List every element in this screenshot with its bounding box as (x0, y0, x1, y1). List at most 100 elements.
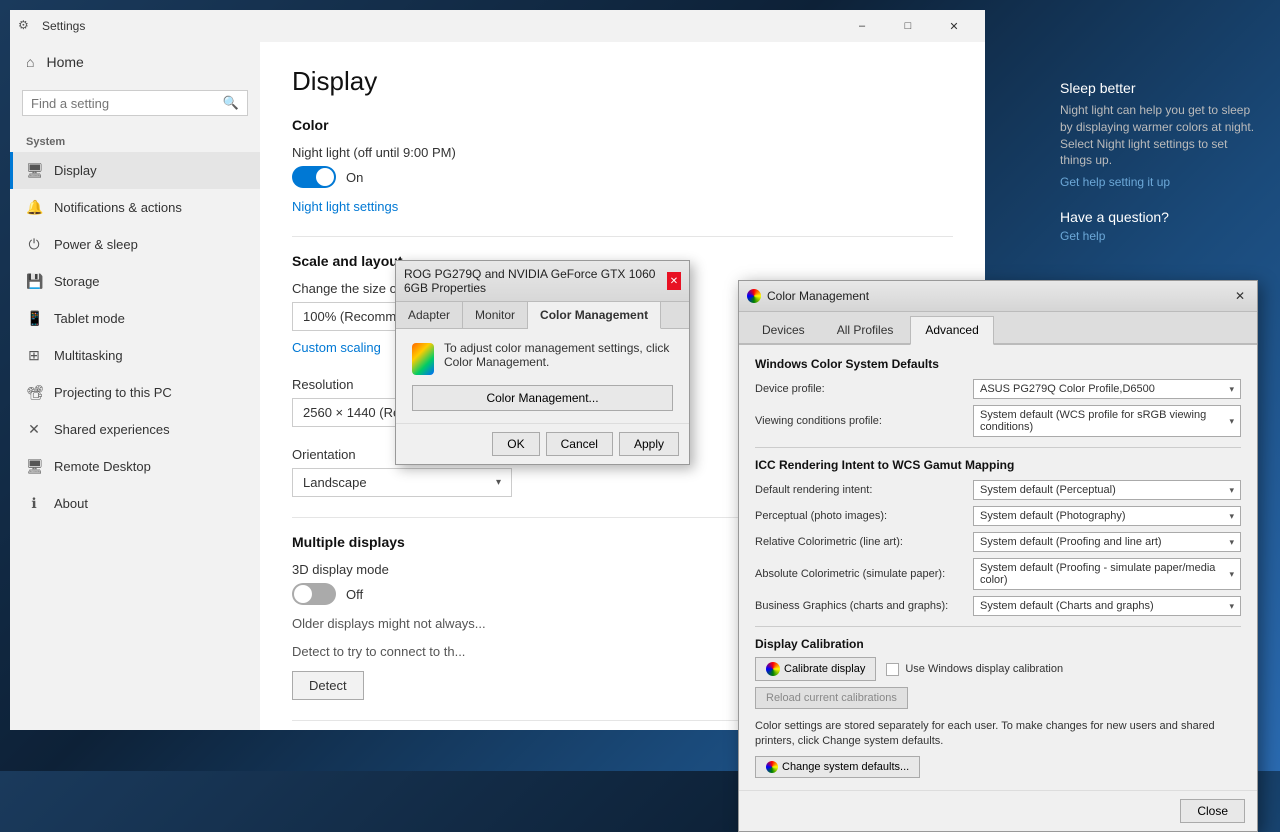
storage-icon: 💾 (26, 273, 42, 290)
adapter-close-button[interactable]: ✕ (667, 272, 681, 290)
default-rendering-value: System default (Perceptual) (980, 484, 1116, 496)
cm-body: Windows Color System Defaults Device pro… (739, 345, 1257, 790)
3d-toggle-state: Off (346, 587, 363, 602)
orientation-dropdown[interactable]: Landscape ▾ (292, 468, 512, 497)
calibrate-icon (766, 662, 780, 676)
business-dropdown[interactable]: System default (Charts and graphs) ▾ (973, 596, 1241, 616)
reload-calibrations-button[interactable]: Reload current calibrations (755, 687, 908, 709)
adapter-description: To adjust color management settings, cli… (444, 341, 673, 369)
night-light-state: On (346, 170, 363, 185)
default-rendering-label: Default rendering intent: (755, 484, 965, 496)
power-icon: ⏻ (26, 236, 42, 253)
custom-scaling-link[interactable]: Custom scaling (292, 340, 381, 355)
relative-arrow: ▾ (1229, 537, 1234, 548)
relative-value: System default (Proofing and line art) (980, 536, 1162, 548)
sidebar-item-tablet[interactable]: 📱 Tablet mode (10, 300, 260, 337)
device-profile-dropdown[interactable]: ASUS PG279Q Color Profile,D6500 ▾ (973, 379, 1241, 399)
viewing-conditions-dropdown[interactable]: System default (WCS profile for sRGB vie… (973, 405, 1241, 437)
sidebar-item-remote[interactable]: 🖥 Remote Desktop (10, 448, 260, 485)
change-system-defaults-button[interactable]: Change system defaults... (755, 756, 920, 778)
sidebar-item-about[interactable]: ℹ About (10, 485, 260, 522)
cm-footer: Close (739, 790, 1257, 831)
business-arrow: ▾ (1229, 601, 1234, 612)
night-light-row: On (292, 166, 953, 188)
cm-close-footer-button[interactable]: Close (1180, 799, 1245, 823)
detect-button[interactable]: Detect (292, 671, 364, 700)
adapter-dialog-tabs: Adapter Monitor Color Management (396, 302, 689, 329)
color-section-title: Color (292, 117, 953, 133)
home-label: Home (46, 54, 83, 70)
tablet-icon: 📱 (26, 310, 42, 327)
default-rendering-dropdown[interactable]: System default (Perceptual) ▾ (973, 480, 1241, 500)
cm-calibration-title: Display Calibration (755, 637, 1241, 651)
cm-title-text: Color Management (767, 289, 1231, 303)
default-rendering-row: Default rendering intent: System default… (755, 480, 1241, 500)
remote-icon: 🖥 (26, 458, 42, 475)
adapter-ok-button[interactable]: OK (492, 432, 539, 456)
cm-tab-advanced[interactable]: Advanced (910, 316, 993, 345)
business-value: System default (Charts and graphs) (980, 600, 1154, 612)
orientation-value: Landscape (303, 475, 367, 490)
sidebar-item-multitasking[interactable]: ⊞ Multitasking (10, 337, 260, 374)
device-profile-arrow: ▾ (1229, 384, 1234, 395)
maximize-button[interactable]: □ (885, 10, 931, 42)
minimize-button[interactable]: – (839, 10, 885, 42)
adapter-tab-monitor[interactable]: Monitor (463, 302, 528, 328)
absolute-dropdown[interactable]: System default (Proofing - simulate pape… (973, 558, 1241, 590)
sleep-text: Night light can help you get to sleep by… (1060, 102, 1260, 169)
sidebar-item-projecting[interactable]: 📽 Projecting to this PC (10, 374, 260, 411)
sidebar-item-storage[interactable]: 💾 Storage (10, 263, 260, 300)
question-title: Have a question? (1060, 209, 1260, 225)
tip-panel: Sleep better Night light can help you ge… (1060, 80, 1260, 243)
adapter-dialog-body: To adjust color management settings, cli… (396, 329, 689, 423)
perceptual-dropdown[interactable]: System default (Photography) ▾ (973, 506, 1241, 526)
adapter-tab-color-mgmt[interactable]: Color Management (528, 302, 661, 329)
cm-title-bar: Color Management ✕ (739, 281, 1257, 312)
cm-tab-devices[interactable]: Devices (747, 316, 820, 343)
cm-close-button[interactable]: ✕ (1231, 287, 1249, 305)
cm-tab-all-profiles[interactable]: All Profiles (822, 316, 909, 343)
business-label: Business Graphics (charts and graphs): (755, 600, 965, 612)
3d-mode-toggle[interactable] (292, 583, 336, 605)
sidebar-item-shared[interactable]: ✕ Shared experiences (10, 411, 260, 448)
adapter-cancel-button[interactable]: Cancel (546, 432, 613, 456)
orientation-dropdown-arrow: ▾ (496, 477, 501, 488)
adapter-dialog-buttons: OK Cancel Apply (396, 423, 689, 464)
color-management-button[interactable]: Color Management... (412, 385, 673, 411)
viewing-conditions-row: Viewing conditions profile: System defau… (755, 405, 1241, 437)
device-profile-label: Device profile: (755, 383, 965, 395)
calibrate-display-button[interactable]: Calibrate display (755, 657, 876, 681)
search-input[interactable] (31, 96, 217, 111)
default-rendering-arrow: ▾ (1229, 485, 1234, 496)
3d-toggle-thumb (294, 585, 312, 603)
night-light-label: Night light (off until 9:00 PM) (292, 145, 953, 160)
relative-dropdown[interactable]: System default (Proofing and line art) ▾ (973, 532, 1241, 552)
use-windows-label: Use Windows display calibration (905, 663, 1063, 675)
sidebar-item-home[interactable]: ⌂ Home (10, 42, 260, 82)
help-link[interactable]: Get help (1060, 229, 1105, 243)
setup-link[interactable]: Get help setting it up (1060, 175, 1170, 189)
color-section: Color Night light (off until 9:00 PM) On… (292, 117, 953, 216)
notification-icon: 🔔 (26, 199, 42, 216)
night-light-settings-link[interactable]: Night light settings (292, 199, 398, 214)
close-button[interactable]: ✕ (931, 10, 977, 42)
business-row: Business Graphics (charts and graphs): S… (755, 596, 1241, 616)
search-icon: 🔍 (223, 95, 239, 111)
system-section-label: System (10, 124, 260, 152)
shared-icon: ✕ (26, 421, 42, 438)
use-windows-checkbox[interactable] (886, 663, 899, 676)
adapter-apply-button[interactable]: Apply (619, 432, 679, 456)
search-box: 🔍 (22, 90, 248, 116)
absolute-row: Absolute Colorimetric (simulate paper): … (755, 558, 1241, 590)
adapter-dialog-title: ROG PG279Q and NVIDIA GeForce GTX 1060 6… (404, 267, 667, 295)
night-light-toggle[interactable] (292, 166, 336, 188)
sidebar-item-display[interactable]: 🖥 Display (10, 152, 260, 189)
use-windows-row: Use Windows display calibration (886, 663, 1063, 676)
display-icon: 🖥 (26, 162, 42, 179)
adapter-tab-adapter[interactable]: Adapter (396, 302, 463, 328)
adapter-dialog: ROG PG279Q and NVIDIA GeForce GTX 1060 6… (395, 260, 690, 465)
perceptual-arrow: ▾ (1229, 511, 1234, 522)
sidebar-item-power[interactable]: ⏻ Power & sleep (10, 226, 260, 263)
sidebar-item-notifications[interactable]: 🔔 Notifications & actions (10, 189, 260, 226)
cm-title-icon (747, 289, 761, 303)
